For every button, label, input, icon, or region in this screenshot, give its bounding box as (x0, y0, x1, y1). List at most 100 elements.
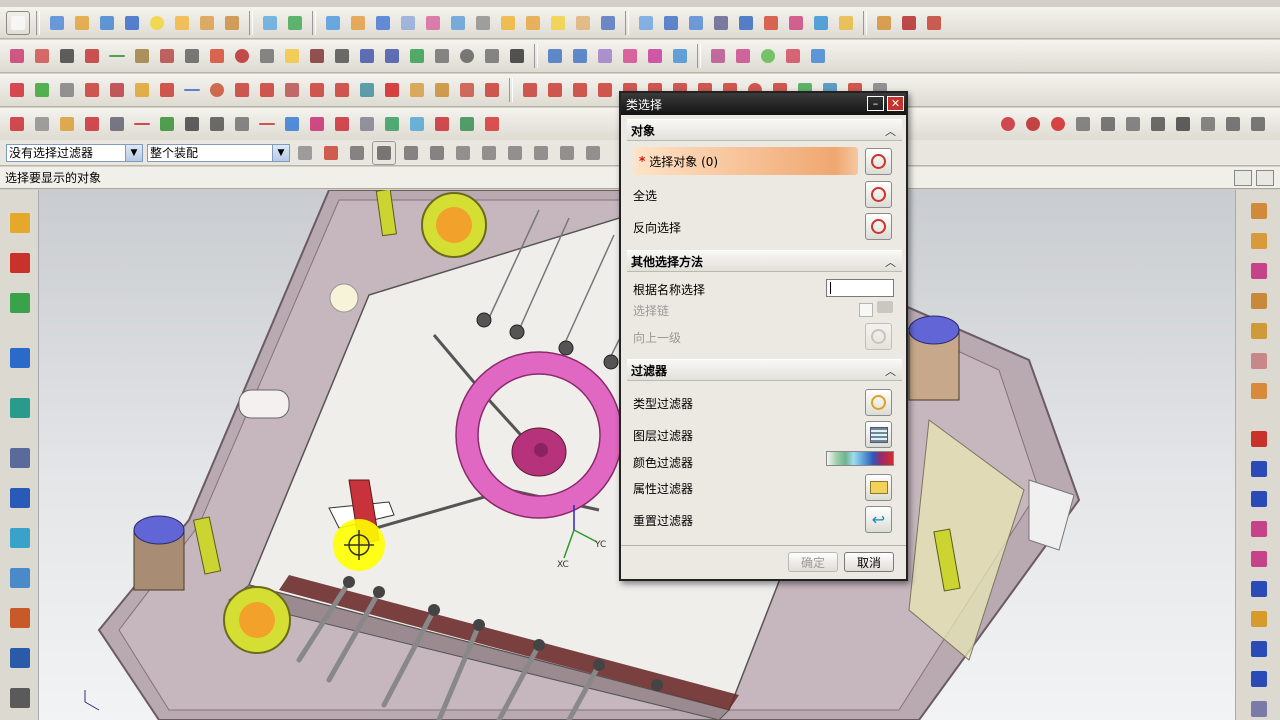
shaded-icon[interactable] (6, 79, 28, 101)
standard-parts-icon[interactable] (1248, 428, 1270, 450)
quadrant-snap-icon[interactable] (582, 142, 604, 164)
gusset-icon[interactable] (732, 45, 754, 67)
collapse-icon[interactable]: ︿ (885, 123, 896, 139)
diamond-icon[interactable] (31, 79, 53, 101)
collapse-icon[interactable]: ︿ (885, 254, 896, 270)
clock-icon[interactable] (456, 45, 478, 67)
circle-icon[interactable] (569, 79, 591, 101)
mold-tools-icon[interactable] (1248, 380, 1270, 402)
electrode-icon[interactable] (381, 113, 403, 135)
slider-lifter-icon[interactable] (1248, 518, 1270, 540)
part-icon[interactable] (31, 113, 53, 135)
cavity-layout-icon[interactable] (1248, 320, 1270, 342)
weld-icon[interactable] (707, 45, 729, 67)
ruled-icon[interactable] (735, 12, 757, 34)
plane-icon[interactable] (131, 45, 153, 67)
pin-icon[interactable] (231, 113, 253, 135)
point-icon[interactable] (106, 45, 128, 67)
reset-filter-button[interactable]: ↩ (865, 506, 892, 533)
paint-icon[interactable] (431, 79, 453, 101)
hide-icon[interactable] (156, 79, 178, 101)
angle-icon[interactable] (256, 45, 278, 67)
cancel-button[interactable]: 取消 (844, 552, 894, 572)
ejector-trim-icon[interactable] (1248, 488, 1270, 510)
mesh-icon[interactable] (660, 12, 682, 34)
subtract-icon[interactable] (347, 12, 369, 34)
workpiece-icon[interactable] (81, 113, 103, 135)
wedge-icon[interactable] (431, 45, 453, 67)
slider-icon[interactable] (206, 113, 228, 135)
assembly-navigator-icon[interactable] (7, 210, 33, 236)
manufacturing-wizard-icon[interactable] (7, 565, 33, 591)
type-filter-combo[interactable]: 没有选择过滤器 ▼ (6, 143, 143, 162)
assembly-icon[interactable] (6, 45, 28, 67)
constraint-navigator-icon[interactable] (7, 250, 33, 276)
dowel-icon[interactable] (1222, 113, 1244, 135)
layer-icon[interactable] (406, 45, 428, 67)
curve-analysis-icon[interactable] (898, 12, 920, 34)
name-input[interactable] (826, 279, 894, 297)
pan-icon[interactable] (331, 79, 353, 101)
sketch-point-icon[interactable] (231, 45, 253, 67)
rectangle-select-icon[interactable] (426, 142, 448, 164)
split-screen-icon[interactable] (807, 45, 829, 67)
flange-icon[interactable] (569, 45, 591, 67)
color-palette-icon[interactable] (131, 79, 153, 101)
unite-icon[interactable] (322, 12, 344, 34)
show-icon[interactable] (181, 79, 203, 101)
snap-icon[interactable] (400, 142, 422, 164)
filters-section-header[interactable]: 过滤器 ︿ (627, 359, 902, 381)
parting-line-icon[interactable] (131, 113, 153, 135)
insert-icon[interactable] (406, 113, 428, 135)
roles-icon[interactable] (7, 605, 33, 631)
blend-icon[interactable] (397, 12, 419, 34)
fillet-curve-icon[interactable] (594, 79, 616, 101)
type-filter-button[interactable] (865, 389, 892, 416)
delete-icon[interactable] (381, 79, 403, 101)
cone-icon[interactable] (96, 12, 118, 34)
scope-combo[interactable]: 整个装配 ▼ (147, 143, 290, 162)
move-icon[interactable] (406, 79, 428, 101)
perspective-icon[interactable] (356, 79, 378, 101)
up-one-level-button[interactable] (865, 323, 892, 350)
line-icon[interactable] (56, 45, 78, 67)
layout-icon[interactable] (106, 113, 128, 135)
support-icon[interactable] (1247, 113, 1269, 135)
offset-face-icon[interactable] (497, 12, 519, 34)
midpoint-snap-icon[interactable] (478, 142, 500, 164)
center-snap-icon[interactable] (556, 142, 578, 164)
select-chain-checkbox[interactable] (859, 303, 873, 317)
through-curves-icon[interactable] (685, 12, 707, 34)
part-navigator-icon[interactable] (7, 290, 33, 316)
collapse-icon[interactable]: ︿ (885, 363, 896, 379)
stop-icon[interactable] (997, 113, 1019, 135)
face-analysis-icon[interactable] (106, 79, 128, 101)
hole-icon[interactable] (259, 12, 281, 34)
bom-icon[interactable] (431, 113, 453, 135)
cooling-icon[interactable] (1248, 638, 1270, 660)
triangle-icon[interactable] (481, 45, 503, 67)
law-extension-icon[interactable] (785, 12, 807, 34)
list-icon[interactable] (381, 45, 403, 67)
layer-filter-button[interactable] (865, 421, 892, 448)
invert-show-icon[interactable] (231, 79, 253, 101)
grid-icon[interactable] (356, 45, 378, 67)
component-icon[interactable] (31, 45, 53, 67)
trim-mold-icon[interactable] (1248, 698, 1270, 720)
edit-object-icon[interactable] (456, 79, 478, 101)
trim-body-icon[interactable] (547, 12, 569, 34)
render-icon[interactable] (757, 45, 779, 67)
select-object-row[interactable]: * 选择对象 (0) (633, 147, 858, 175)
cooling-icon[interactable] (356, 113, 378, 135)
ring-icon[interactable] (1047, 113, 1069, 135)
measure-icon[interactable] (306, 45, 328, 67)
sheet-metal-icon[interactable] (544, 45, 566, 67)
target-icon[interactable] (1022, 113, 1044, 135)
minimize-icon[interactable]: – (867, 96, 884, 111)
system-scenes-icon[interactable] (7, 645, 33, 671)
intersect-icon[interactable] (372, 12, 394, 34)
select-object-button[interactable] (865, 148, 892, 175)
ejector-pin-icon[interactable] (1248, 458, 1270, 480)
bridge-icon[interactable] (810, 12, 832, 34)
reuse-library-icon[interactable] (7, 485, 33, 511)
